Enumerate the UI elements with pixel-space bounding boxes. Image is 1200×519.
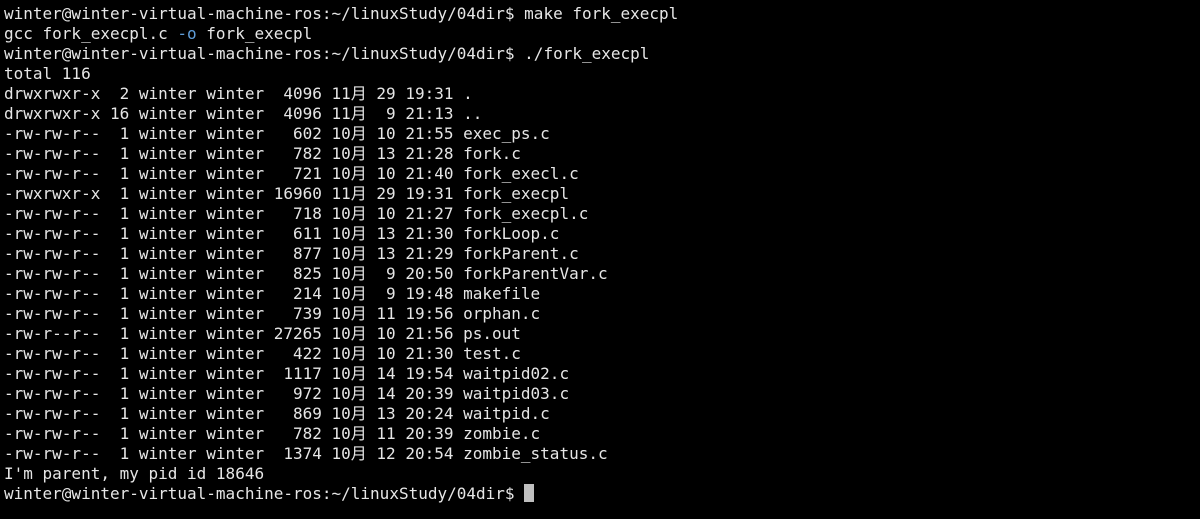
gcc-command-text: gcc fork_execpl.c [4, 24, 178, 43]
listing-row: -rw-rw-r-- 1 winter winter 782 10月 13 21… [4, 144, 521, 163]
listing-row: -rw-rw-r-- 1 winter winter 602 10月 10 21… [4, 124, 550, 143]
terminal-window[interactable]: winter@winter-virtual-machine-ros:~/linu… [0, 0, 1200, 519]
listing-row: -rw-rw-r-- 1 winter winter 877 10月 13 21… [4, 244, 579, 263]
text-cursor [524, 484, 535, 502]
listing-row: drwxrwxr-x 2 winter winter 4096 11月 29 1… [4, 84, 473, 103]
listing-row: -rw-r--r-- 1 winter winter 27265 10月 10 … [4, 324, 521, 343]
listing-total: total 116 [4, 64, 91, 83]
shell-prompt: winter@winter-virtual-machine-ros:~/linu… [4, 484, 525, 503]
listing-row: drwxrwxr-x 16 winter winter 4096 11月 9 2… [4, 104, 483, 123]
terminal-line-parent-message: I'm parent, my pid id 18646 [4, 464, 265, 483]
listing-row: -rw-rw-r-- 1 winter winter 972 10月 14 20… [4, 384, 570, 403]
listing-row: -rw-rw-r-- 1 winter winter 869 10月 13 20… [4, 404, 550, 423]
listing-row: -rw-rw-r-- 1 winter winter 721 10月 10 21… [4, 164, 579, 183]
listing-row: -rw-rw-r-- 1 winter winter 1117 10月 14 1… [4, 364, 570, 383]
gcc-output-flag: -o [177, 24, 197, 43]
terminal-line-gcc-output: gcc fork_execpl.c -o fork_execpl [4, 24, 1200, 44]
listing-row: -rw-rw-r-- 1 winter winter 739 10月 11 19… [4, 304, 541, 323]
gcc-output-target: fork_execpl [196, 24, 313, 43]
terminal-line-prompt[interactable]: winter@winter-virtual-machine-ros:~/linu… [4, 484, 1200, 504]
listing-row: -rw-rw-r-- 1 winter winter 422 10月 10 21… [4, 344, 521, 363]
listing-row: -rw-rw-r-- 1 winter winter 718 10月 10 21… [4, 204, 589, 223]
listing-row: -rw-rw-r-- 1 winter winter 825 10月 9 20:… [4, 264, 608, 283]
terminal-line-run-command: winter@winter-virtual-machine-ros:~/linu… [4, 44, 650, 63]
terminal-line-make-command: winter@winter-virtual-machine-ros:~/linu… [4, 4, 679, 23]
listing-row: -rw-rw-r-- 1 winter winter 214 10月 9 19:… [4, 284, 541, 303]
listing-row: -rw-rw-r-- 1 winter winter 1374 10月 12 2… [4, 444, 608, 463]
listing-row: -rwxrwxr-x 1 winter winter 16960 11月 29 … [4, 184, 570, 203]
listing-row: -rw-rw-r-- 1 winter winter 782 10月 11 20… [4, 424, 541, 443]
listing-row: -rw-rw-r-- 1 winter winter 611 10月 13 21… [4, 224, 560, 243]
